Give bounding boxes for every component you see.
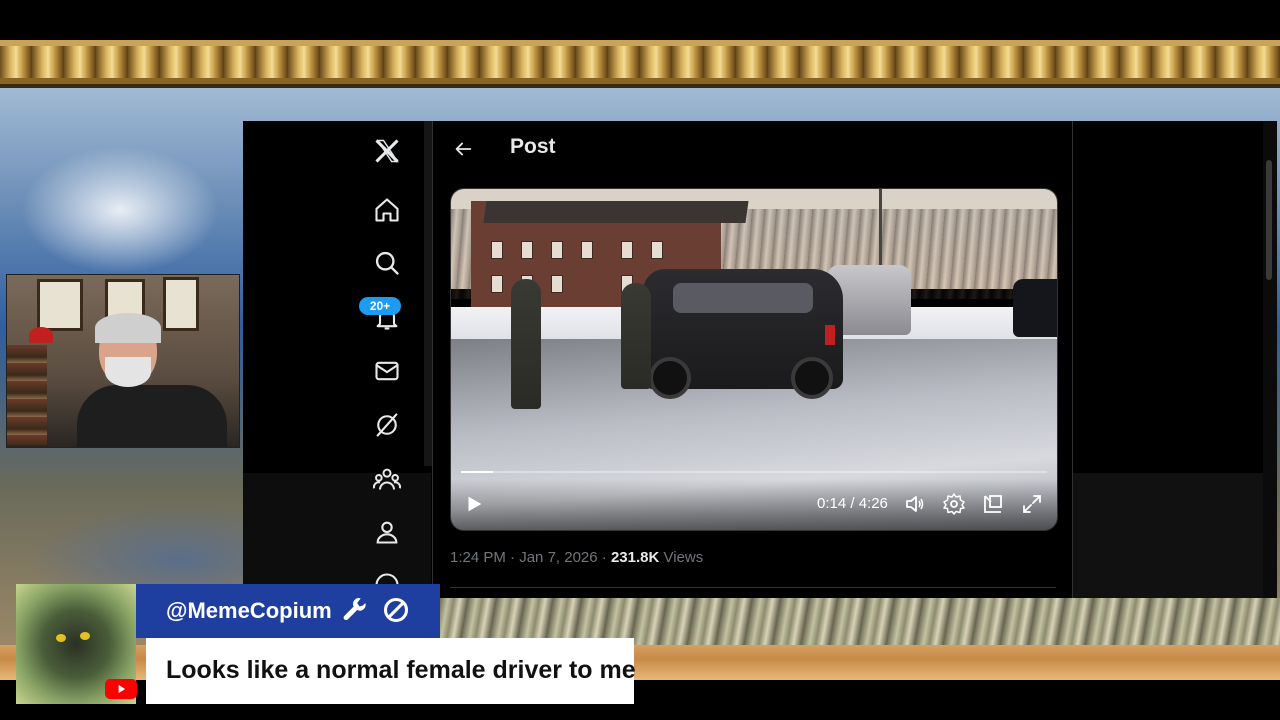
- post-time: 1:24 PM: [450, 549, 506, 566]
- chat-message-box: Looks like a normal female driver to me: [146, 638, 636, 704]
- volume-muted-icon[interactable]: [903, 492, 927, 516]
- grok-icon[interactable]: [365, 405, 409, 445]
- page-title: Post: [510, 135, 556, 158]
- right-sidebar: [1073, 473, 1263, 598]
- red-cap: [29, 327, 53, 343]
- messages-icon[interactable]: [365, 351, 409, 391]
- video-controls: 0:14 / 4:26: [451, 479, 1057, 530]
- search-icon[interactable]: [365, 243, 409, 283]
- communities-icon[interactable]: [365, 459, 409, 499]
- play-icon[interactable]: [463, 493, 485, 515]
- views-label: Views: [663, 549, 704, 566]
- youtube-icon: [105, 679, 137, 699]
- page-scrollbar-thumb[interactable]: [1266, 160, 1272, 280]
- notification-badge: 20+: [359, 297, 401, 315]
- video-progress-fill: [461, 471, 494, 473]
- settings-icon[interactable]: [942, 492, 966, 516]
- webcam-feed: [6, 274, 240, 448]
- officer: [511, 279, 541, 409]
- officer: [621, 283, 651, 389]
- chat-message: Looks like a normal female driver to me: [166, 656, 636, 684]
- post-header: Post: [433, 121, 1072, 177]
- chat-name-bar: @MemeCopium: [136, 584, 440, 638]
- avatar-eye: [56, 634, 66, 642]
- view-count: 231.8K: [610, 549, 660, 566]
- avatar-eye: [80, 632, 90, 640]
- home-icon[interactable]: [365, 190, 409, 230]
- bookshelf: [7, 345, 47, 445]
- meta-separator: ·: [601, 549, 611, 566]
- top-letterbox: [0, 0, 1280, 40]
- picture-in-picture-icon[interactable]: [981, 492, 1005, 516]
- streamer: [77, 313, 227, 447]
- column-divider: [1072, 121, 1073, 598]
- video-time: 0:14 / 4:26: [817, 495, 888, 512]
- divider: [450, 587, 1056, 588]
- dark-sedan: [1013, 279, 1057, 337]
- meta-separator: ·: [510, 549, 520, 566]
- black-suv: [643, 269, 843, 399]
- ornate-frame-top: [0, 40, 1280, 88]
- wrench-icon: [342, 596, 370, 624]
- profile-icon[interactable]: [365, 512, 409, 552]
- post-date: Jan 7, 2026: [519, 549, 598, 566]
- video-player[interactable]: 0:14 / 4:26: [450, 188, 1058, 531]
- x-sidebar-nav: [355, 121, 419, 598]
- chat-username: @MemeCopium: [166, 598, 332, 623]
- browser-window: 20+ Post 0:14 / 4:26 1:24 PM · Jan 7, 20…: [243, 121, 1263, 598]
- ban-icon: [382, 596, 410, 624]
- video-progress-bar[interactable]: [461, 471, 1047, 473]
- column-divider: [432, 121, 433, 598]
- back-arrow-icon[interactable]: [449, 135, 477, 163]
- x-logo-icon[interactable]: [365, 131, 409, 171]
- fullscreen-icon[interactable]: [1020, 492, 1044, 516]
- post-meta: 1:24 PM · Jan 7, 2026 · 231.8K Views: [450, 549, 703, 566]
